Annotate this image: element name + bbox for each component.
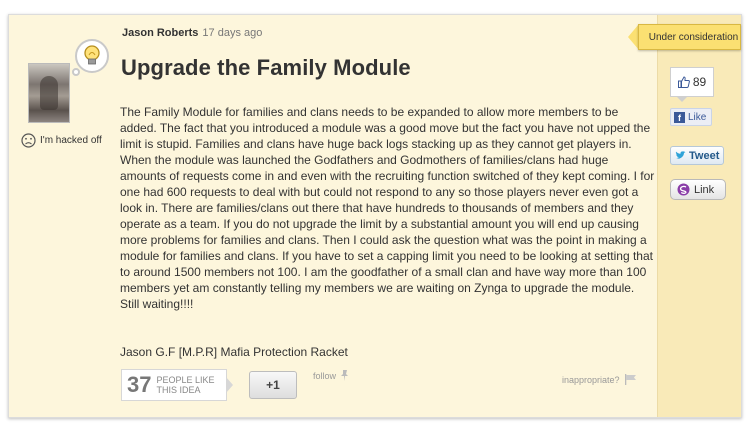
tweet-button[interactable]: Tweet	[670, 146, 724, 165]
author-line: Jason Roberts 17 days ago	[122, 27, 262, 39]
lightbulb-icon	[75, 39, 109, 73]
like-label-line2: THIS IDEA	[156, 385, 201, 395]
follow-label: follow	[313, 370, 337, 381]
avatar[interactable]	[28, 63, 70, 123]
tweet-label: Tweet	[689, 149, 720, 162]
link-swirl-icon	[677, 183, 690, 196]
like-count: 37	[127, 372, 152, 397]
like-box-arrow	[226, 377, 233, 393]
link-label: Link	[694, 183, 715, 196]
plus-one-button[interactable]: +1	[249, 371, 297, 399]
idea-title[interactable]: Upgrade the Family Module	[121, 55, 411, 81]
twitter-bird-icon	[675, 151, 686, 159]
signature: Jason G.F [M.P.R] Mafia Protection Racke…	[120, 345, 348, 359]
follow-link[interactable]: follow	[313, 370, 349, 381]
user-mood: I'm hacked off	[21, 133, 102, 148]
vote-count-box[interactable]: 89	[670, 67, 714, 97]
like-label-line1: PEOPLE LIKE	[156, 375, 215, 385]
frown-icon	[21, 133, 36, 148]
timestamp: 17 days ago	[202, 27, 263, 39]
facebook-icon: f	[674, 111, 685, 123]
thought-bubble-tail	[72, 68, 80, 76]
facebook-like-label: Like	[688, 111, 707, 123]
idea-body: The Family Module for families and clans…	[120, 105, 655, 311]
idea-card: I'm hacked off Jason Roberts 17 days ago …	[8, 14, 742, 418]
mood-label: I'm hacked off	[40, 135, 102, 146]
report-inappropriate-link[interactable]: inappropriate?	[562, 374, 637, 385]
author-name[interactable]: Jason Roberts	[122, 27, 198, 39]
inappropriate-label: inappropriate?	[562, 374, 620, 385]
flag-icon	[624, 374, 636, 385]
like-label: PEOPLE LIKE THIS IDEA	[156, 375, 214, 395]
facebook-like-button[interactable]: f Like	[670, 108, 712, 126]
like-count-box: 37 PEOPLE LIKE THIS IDEA	[121, 369, 227, 401]
link-button[interactable]: Link	[670, 179, 726, 200]
thumbs-up-icon	[677, 76, 690, 88]
vote-box-tail	[676, 96, 688, 102]
pin-icon	[341, 370, 349, 381]
status-badge: Under consideration	[638, 24, 741, 50]
vote-count: 89	[692, 75, 707, 89]
